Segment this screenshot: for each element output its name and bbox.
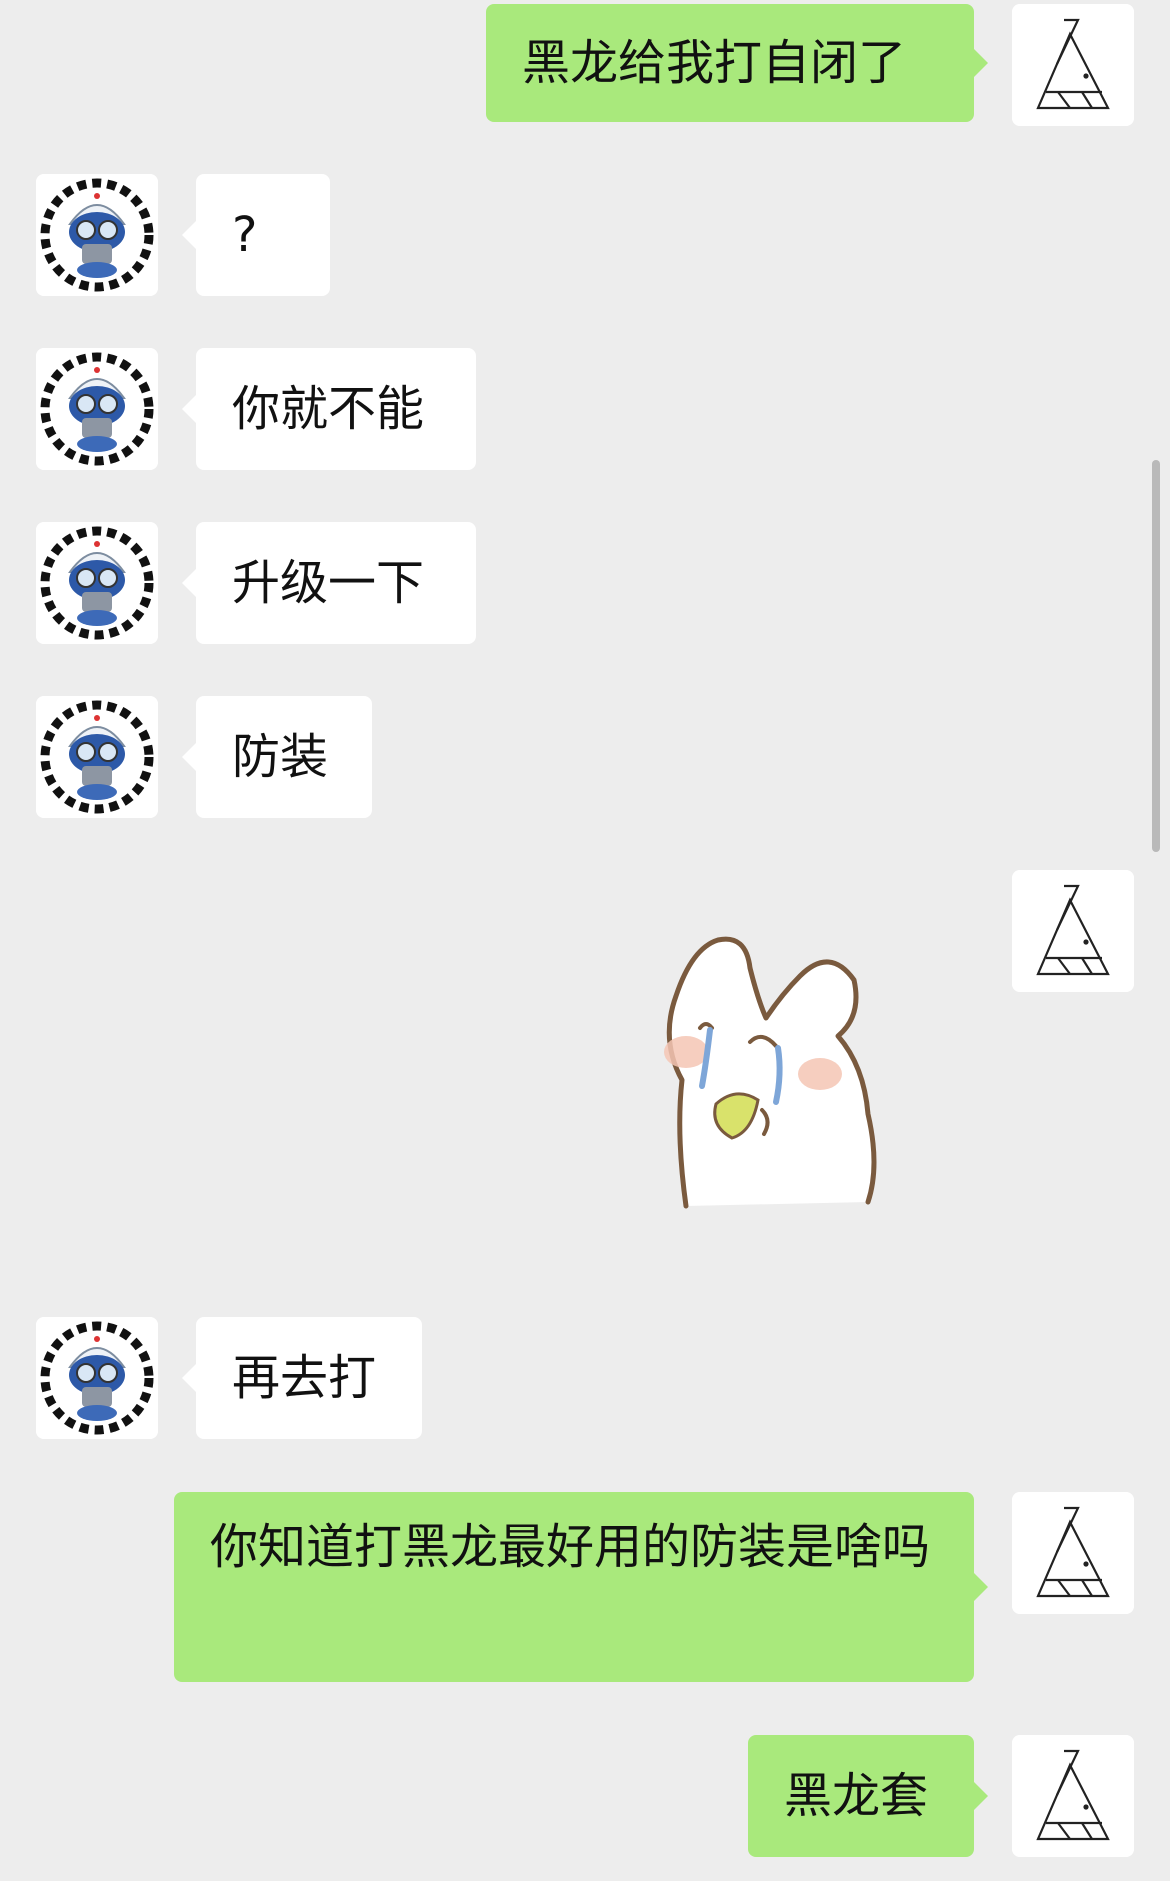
message-bubble-outgoing[interactable]: 黑龙给我打自闭了 (486, 4, 988, 122)
keroro-avatar-icon (36, 1317, 158, 1439)
chat-scrollbar[interactable] (1152, 460, 1160, 852)
keroro-avatar-icon (36, 348, 158, 470)
message-bubble-incoming[interactable]: ? (182, 174, 330, 296)
message-bubble-outgoing[interactable]: 黑龙套 (748, 1735, 988, 1857)
message-text: 防装 (232, 729, 329, 785)
chat-message-list[interactable]: 黑龙给我打自闭了 ? 你就不能 升级一下 防装 再去打 你知道打黑龙最好用的防装… (0, 0, 1170, 1881)
message-text: 你就不能 (232, 381, 425, 437)
message-text: 黑龙套 (784, 1768, 929, 1824)
contact-avatar[interactable] (36, 174, 158, 296)
message-text: 再去打 (232, 1350, 377, 1406)
self-avatar[interactable] (1012, 1492, 1134, 1614)
triangle-line-avatar-icon (1012, 4, 1134, 126)
keroro-avatar-icon (36, 174, 158, 296)
message-text: 你知道打黑龙最好用的防装是啥吗 (210, 1519, 931, 1575)
message-text: 黑龙给我打自闭了 (522, 35, 907, 91)
message-bubble-incoming[interactable]: 升级一下 (182, 522, 476, 644)
keroro-avatar-icon (36, 696, 158, 818)
message-bubble-incoming[interactable]: 你就不能 (182, 348, 476, 470)
message-text: ? (232, 207, 258, 263)
message-text: 升级一下 (232, 555, 425, 611)
contact-avatar[interactable] (36, 1317, 158, 1439)
triangle-line-avatar-icon (1012, 1735, 1134, 1857)
message-bubble-incoming[interactable]: 再去打 (182, 1317, 422, 1439)
contact-avatar[interactable] (36, 522, 158, 644)
message-bubble-outgoing[interactable]: 你知道打黑龙最好用的防装是啥吗 (174, 1492, 988, 1682)
self-avatar[interactable] (1012, 870, 1134, 992)
contact-avatar[interactable] (36, 348, 158, 470)
self-avatar[interactable] (1012, 4, 1134, 126)
triangle-line-avatar-icon (1012, 870, 1134, 992)
message-bubble-incoming[interactable]: 防装 (182, 696, 372, 818)
triangle-line-avatar-icon (1012, 1492, 1134, 1614)
crying-bunny-sticker[interactable] (650, 920, 910, 1210)
self-avatar[interactable] (1012, 1735, 1134, 1857)
contact-avatar[interactable] (36, 696, 158, 818)
keroro-avatar-icon (36, 522, 158, 644)
